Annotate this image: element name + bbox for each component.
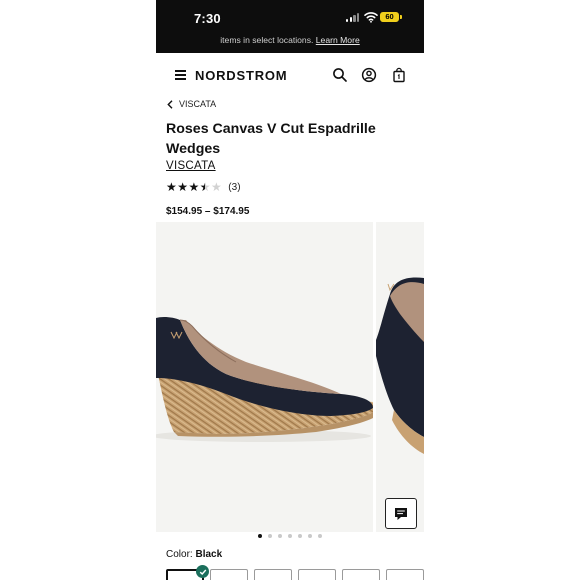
phone-screen: 7:30 60 items in select locations. Learn… [156,0,424,580]
color-label: Color: Black [166,549,223,560]
menu-icon[interactable] [175,70,186,80]
color-swatch[interactable] [386,569,424,580]
learn-more-link[interactable]: Learn More [316,36,360,45]
nordstrom-logo[interactable]: NORDSTROM [195,68,287,83]
carousel-dot[interactable] [318,534,322,538]
shopping-bag-icon[interactable] [391,67,407,83]
breadcrumb-label: VISCATA [179,99,217,109]
color-swatch[interactable] [254,569,292,580]
espadrille-wedge-angle-image [376,277,424,454]
carousel-dot[interactable] [268,534,272,538]
top-nav: NORDSTROM [156,53,424,97]
product-image-carousel[interactable] [156,222,424,532]
carousel-pagination [156,534,424,538]
brand-link[interactable]: VISCATA [166,160,216,172]
carousel-dot[interactable] [308,534,312,538]
color-swatch[interactable] [210,569,248,580]
selected-color: Black [195,549,223,560]
status-bar: 7:30 60 [156,0,424,36]
status-time: 7:30 [194,11,221,26]
star-rating-icon: ★★★★★ ★★★★★ [166,180,223,194]
carousel-dot[interactable] [258,534,262,538]
product-image-secondary[interactable] [376,222,424,532]
chat-icon [395,507,407,520]
price-range: $154.95 – $174.95 [166,206,250,217]
cellular-signal-icon [346,13,360,22]
search-icon[interactable] [332,67,348,83]
carousel-dot[interactable] [288,534,292,538]
account-icon[interactable] [361,67,377,83]
carousel-dot[interactable] [298,534,302,538]
product-image-main[interactable] [156,222,373,532]
promo-banner: items in select locations. Learn More [156,36,424,53]
chat-button[interactable] [385,498,417,529]
carousel-dot[interactable] [278,534,282,538]
banner-text: items in select locations. [220,36,314,45]
chevron-left-icon [167,99,173,109]
breadcrumb[interactable]: VISCATA [167,99,216,109]
review-count: (3) [228,181,241,193]
wifi-icon [364,12,378,23]
product-title: Roses Canvas V Cut Espadrille Wedges [166,121,376,157]
battery-icon: 60 [380,12,402,22]
rating[interactable]: ★★★★★ ★★★★★ (3) [166,181,241,193]
check-icon [196,565,209,578]
color-swatch[interactable] [342,569,380,580]
color-swatch[interactable] [298,569,336,580]
black-espadrille-wedge-image [156,316,373,442]
